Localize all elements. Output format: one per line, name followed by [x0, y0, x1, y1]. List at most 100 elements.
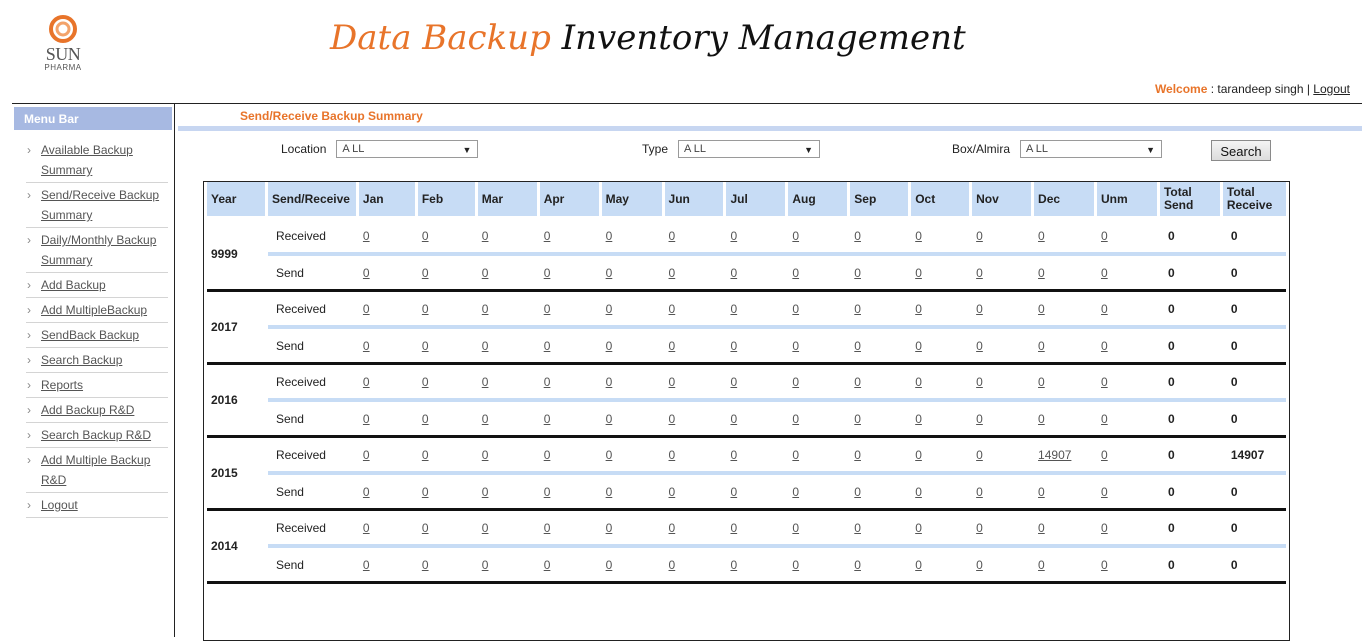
- month-value-link[interactable]: 0: [792, 485, 799, 499]
- month-value-link[interactable]: 0: [976, 266, 983, 280]
- month-value-link[interactable]: 0: [915, 412, 922, 426]
- month-value-link[interactable]: 0: [669, 375, 676, 389]
- month-value-link[interactable]: 0: [854, 229, 861, 243]
- month-value-link[interactable]: 0: [669, 266, 676, 280]
- month-value-link[interactable]: 0: [482, 521, 489, 535]
- month-value-link[interactable]: 0: [976, 448, 983, 462]
- month-value-link[interactable]: 0: [730, 375, 737, 389]
- month-value-link[interactable]: 0: [669, 229, 676, 243]
- month-value-link[interactable]: 0: [422, 448, 429, 462]
- type-select[interactable]: A LL ▼: [678, 140, 821, 158]
- month-value-link[interactable]: 0: [482, 266, 489, 280]
- month-value-link[interactable]: 0: [1101, 229, 1108, 243]
- month-value-link[interactable]: 0: [1101, 412, 1108, 426]
- month-value-link[interactable]: 0: [544, 448, 551, 462]
- month-value-link[interactable]: 0: [854, 521, 861, 535]
- month-value-link[interactable]: 0: [792, 375, 799, 389]
- month-value-link[interactable]: 0: [544, 521, 551, 535]
- month-value-link[interactable]: 0: [482, 339, 489, 353]
- month-value-link[interactable]: 0: [363, 521, 370, 535]
- month-value-link[interactable]: 0: [669, 339, 676, 353]
- month-value-link[interactable]: 0: [422, 339, 429, 353]
- month-value-link[interactable]: 0: [792, 558, 799, 572]
- month-value-link[interactable]: 0: [915, 375, 922, 389]
- month-value-link[interactable]: 0: [1038, 339, 1045, 353]
- month-value-link[interactable]: 0: [854, 375, 861, 389]
- month-value-link[interactable]: 0: [1038, 558, 1045, 572]
- month-value-link[interactable]: 0: [976, 302, 983, 316]
- month-value-link[interactable]: 0: [482, 558, 489, 572]
- month-value-link[interactable]: 0: [915, 485, 922, 499]
- sidebar-link[interactable]: Available Backup Summary: [41, 143, 133, 177]
- month-value-link[interactable]: 0: [730, 485, 737, 499]
- month-value-link[interactable]: 0: [669, 485, 676, 499]
- month-value-link[interactable]: 0: [544, 375, 551, 389]
- sidebar-link[interactable]: Add MultipleBackup: [41, 303, 147, 317]
- month-value-link[interactable]: 0: [976, 339, 983, 353]
- month-value-link[interactable]: 0: [606, 375, 613, 389]
- month-value-link[interactable]: 0: [1038, 375, 1045, 389]
- month-value-link[interactable]: 0: [422, 485, 429, 499]
- month-value-link[interactable]: 0: [422, 558, 429, 572]
- month-value-link[interactable]: 0: [792, 448, 799, 462]
- month-value-link[interactable]: 0: [915, 448, 922, 462]
- month-value-link[interactable]: 0: [1038, 412, 1045, 426]
- month-value-link[interactable]: 0: [915, 339, 922, 353]
- month-value-link[interactable]: 0: [422, 302, 429, 316]
- month-value-link[interactable]: 0: [363, 448, 370, 462]
- month-value-link[interactable]: 0: [669, 558, 676, 572]
- month-value-link[interactable]: 0: [606, 558, 613, 572]
- month-value-link[interactable]: 0: [854, 558, 861, 572]
- month-value-link[interactable]: 0: [792, 521, 799, 535]
- month-value-link[interactable]: 0: [1101, 375, 1108, 389]
- month-value-link[interactable]: 0: [976, 375, 983, 389]
- box-select[interactable]: A LL ▼: [1020, 140, 1163, 158]
- month-value-link[interactable]: 0: [730, 448, 737, 462]
- month-value-link[interactable]: 0: [544, 412, 551, 426]
- month-value-link[interactable]: 0: [915, 229, 922, 243]
- month-value-link[interactable]: 0: [422, 412, 429, 426]
- header-logout-link[interactable]: Logout: [1313, 82, 1350, 96]
- month-value-link[interactable]: 0: [854, 412, 861, 426]
- month-value-link[interactable]: 0: [1038, 229, 1045, 243]
- month-value-link[interactable]: 0: [363, 229, 370, 243]
- month-value-link[interactable]: 0: [363, 266, 370, 280]
- month-value-link[interactable]: 0: [1101, 302, 1108, 316]
- month-value-link[interactable]: 0: [544, 266, 551, 280]
- month-value-link[interactable]: 0: [730, 412, 737, 426]
- month-value-link[interactable]: 0: [730, 521, 737, 535]
- month-value-link[interactable]: 0: [976, 558, 983, 572]
- month-value-link[interactable]: 0: [669, 302, 676, 316]
- sidebar-link[interactable]: Send/Receive Backup Summary: [41, 188, 159, 222]
- month-value-link[interactable]: 14907: [1038, 448, 1071, 462]
- month-value-link[interactable]: 0: [1101, 448, 1108, 462]
- month-value-link[interactable]: 0: [792, 302, 799, 316]
- month-value-link[interactable]: 0: [1038, 302, 1045, 316]
- month-value-link[interactable]: 0: [854, 448, 861, 462]
- month-value-link[interactable]: 0: [422, 229, 429, 243]
- month-value-link[interactable]: 0: [544, 485, 551, 499]
- month-value-link[interactable]: 0: [482, 448, 489, 462]
- sidebar-link[interactable]: Add Multiple Backup R&D: [41, 453, 150, 487]
- month-value-link[interactable]: 0: [606, 302, 613, 316]
- search-button[interactable]: Search: [1211, 140, 1271, 161]
- month-value-link[interactable]: 0: [915, 266, 922, 280]
- month-value-link[interactable]: 0: [363, 485, 370, 499]
- sidebar-link[interactable]: Daily/Monthly Backup Summary: [41, 233, 156, 267]
- sidebar-link[interactable]: Search Backup R&D: [41, 428, 151, 442]
- month-value-link[interactable]: 0: [730, 229, 737, 243]
- month-value-link[interactable]: 0: [792, 412, 799, 426]
- month-value-link[interactable]: 0: [792, 266, 799, 280]
- sidebar-link[interactable]: Add Backup R&D: [41, 403, 134, 417]
- month-value-link[interactable]: 0: [669, 412, 676, 426]
- month-value-link[interactable]: 0: [730, 558, 737, 572]
- month-value-link[interactable]: 0: [1038, 521, 1045, 535]
- sidebar-link[interactable]: Add Backup: [41, 278, 106, 292]
- month-value-link[interactable]: 0: [606, 521, 613, 535]
- month-value-link[interactable]: 0: [363, 375, 370, 389]
- month-value-link[interactable]: 0: [606, 448, 613, 462]
- sidebar-link[interactable]: SendBack Backup: [41, 328, 139, 342]
- month-value-link[interactable]: 0: [422, 521, 429, 535]
- month-value-link[interactable]: 0: [1101, 485, 1108, 499]
- month-value-link[interactable]: 0: [544, 229, 551, 243]
